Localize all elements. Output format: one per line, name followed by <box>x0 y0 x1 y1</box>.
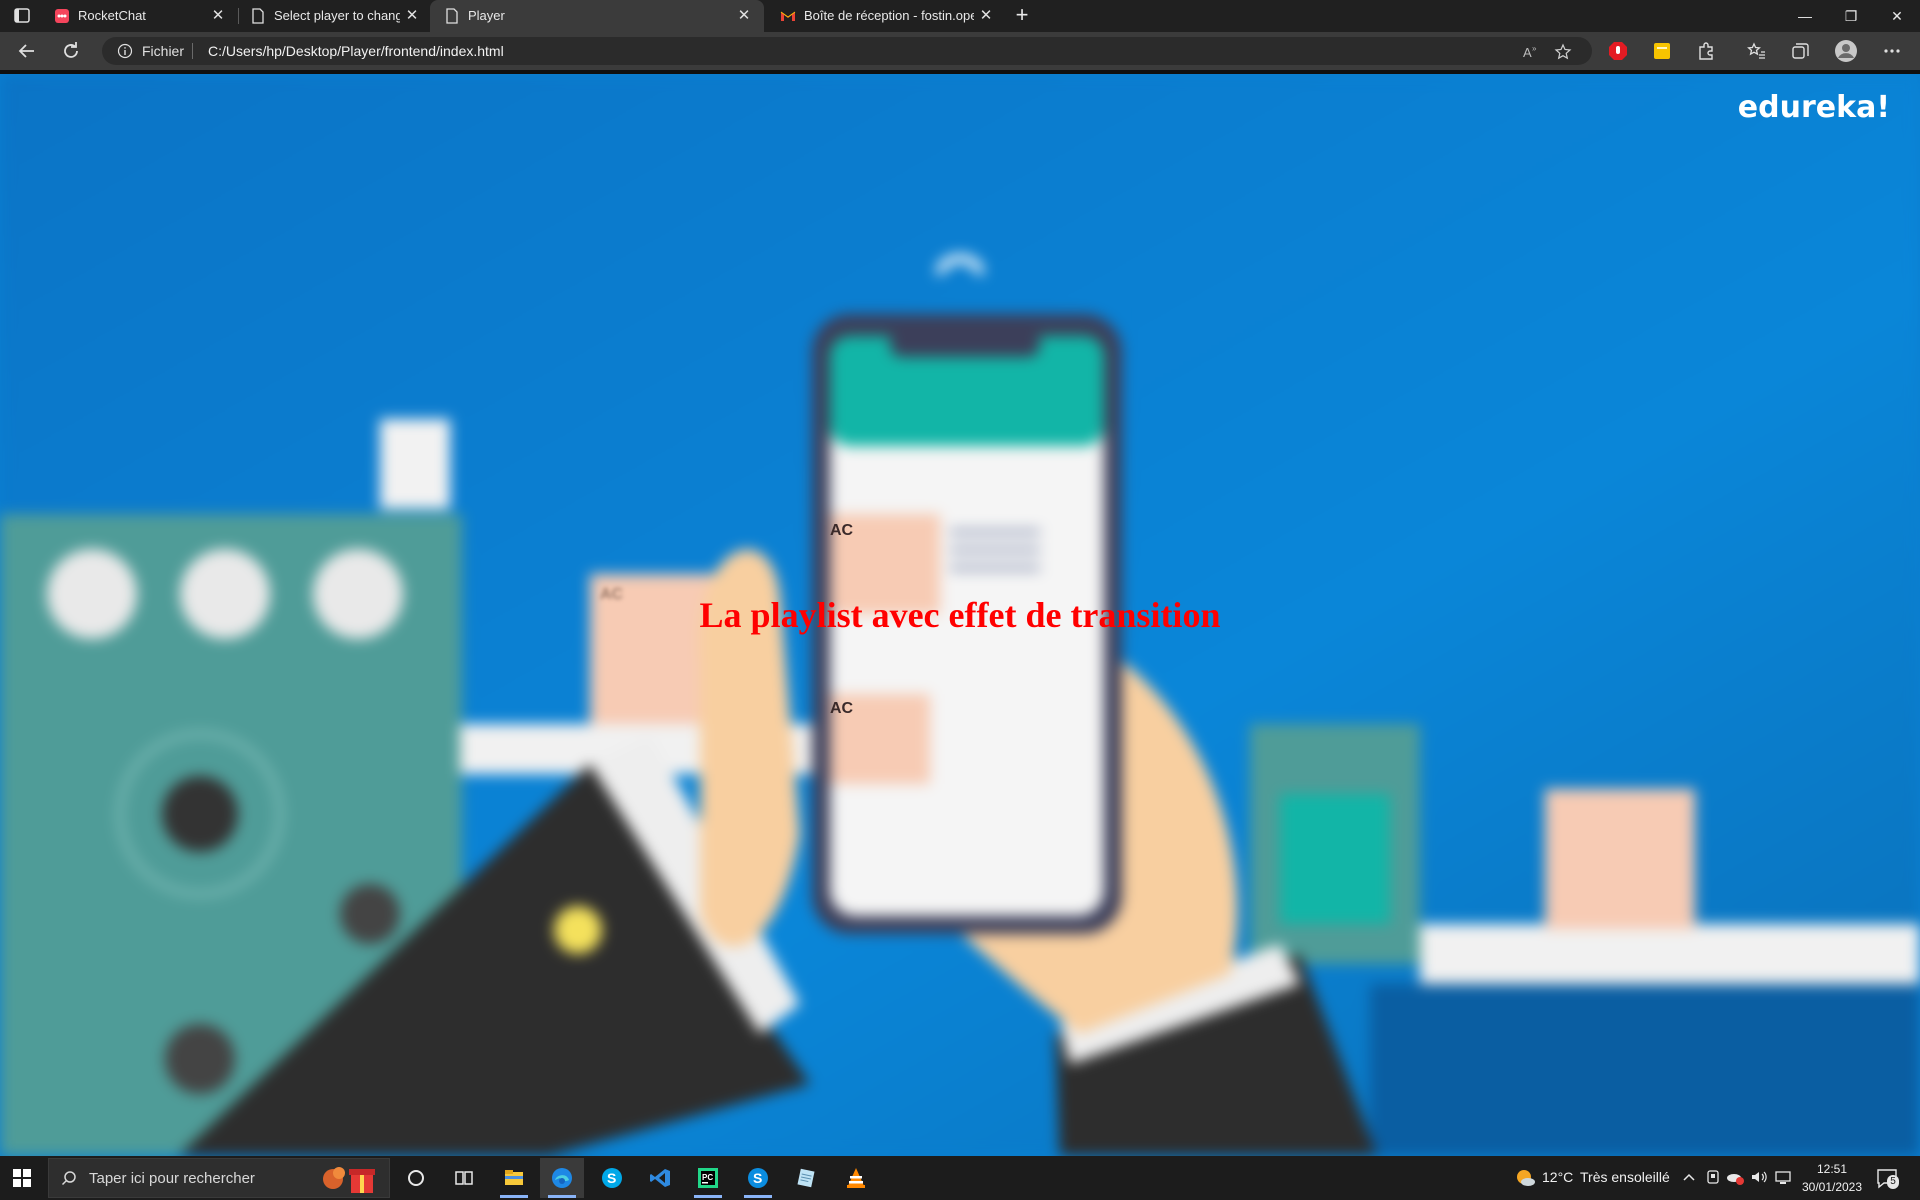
playlist-title: La playlist avec effet de transition <box>699 595 1221 635</box>
tab-title: Select player to change | Django <box>274 8 400 23</box>
close-window-button[interactable]: ✕ <box>1882 4 1912 28</box>
notification-count-badge: 5 <box>1887 1175 1899 1189</box>
svg-text:PC: PC <box>702 1173 713 1182</box>
svg-text:S: S <box>607 1170 616 1186</box>
active-indicator <box>500 1195 528 1198</box>
tab-django-admin[interactable]: Select player to change | Django ✕ <box>236 0 432 32</box>
weather-sun-icon[interactable] <box>1514 1167 1536 1189</box>
skype-icon[interactable]: S <box>590 1158 634 1198</box>
profile-avatar[interactable] <box>1834 39 1858 63</box>
file-explorer-icon[interactable] <box>492 1158 536 1198</box>
chevron-up-icon[interactable] <box>1680 1168 1698 1186</box>
close-icon[interactable]: ✕ <box>736 8 752 24</box>
minimize-button[interactable]: — <box>1790 4 1820 28</box>
box-label: AC <box>830 522 854 539</box>
more-menu-icon[interactable] <box>1882 41 1902 61</box>
edureka-logo: edureka! <box>1737 90 1890 125</box>
info-icon[interactable] <box>117 43 133 59</box>
cortana-icon[interactable] <box>394 1158 438 1198</box>
back-arrow-icon[interactable] <box>14 38 40 64</box>
svg-text:»: » <box>1532 44 1537 53</box>
edge-icon[interactable] <box>540 1158 584 1198</box>
vscode-icon[interactable] <box>638 1158 682 1198</box>
search-icon <box>61 1170 77 1186</box>
favorite-star-icon[interactable] <box>1554 43 1572 61</box>
scheme-label: Fichier <box>142 43 185 59</box>
page-icon <box>444 8 460 24</box>
vlc-icon[interactable] <box>834 1158 878 1198</box>
pycharm-icon[interactable]: PC <box>686 1158 730 1198</box>
close-icon[interactable]: ✕ <box>978 8 994 24</box>
restore-button[interactable]: ❐ <box>1836 4 1866 28</box>
skype-icon[interactable]: S <box>736 1158 780 1198</box>
notification-center-icon[interactable]: 5 <box>1876 1167 1899 1189</box>
favorites-icon[interactable] <box>1746 41 1766 61</box>
browser-toolbar: Fichier C:/Users/hp/Desktop/Player/front… <box>0 32 1920 70</box>
extensions-puzzle-icon[interactable] <box>1696 41 1716 61</box>
tab-player[interactable]: Player ✕ <box>430 0 764 32</box>
notepad-icon[interactable] <box>784 1158 828 1198</box>
search-placeholder: Taper ici pour rechercher <box>89 1170 255 1187</box>
search-highlight-gift-icon <box>319 1163 377 1195</box>
svg-text:A: A <box>1523 45 1532 60</box>
clock-time: 12:51 <box>1816 1162 1848 1176</box>
taskbar-search-box[interactable]: Taper ici pour rechercher <box>48 1158 390 1198</box>
gmail-icon <box>780 8 796 24</box>
close-icon[interactable]: ✕ <box>210 8 226 24</box>
close-icon[interactable]: ✕ <box>404 8 420 24</box>
refresh-icon[interactable] <box>58 38 84 64</box>
task-view-icon[interactable] <box>442 1158 486 1198</box>
page-icon <box>250 8 266 24</box>
svg-text:S: S <box>753 1170 762 1186</box>
adblock-extension-icon[interactable] <box>1608 41 1628 61</box>
volume-icon[interactable] <box>1750 1168 1768 1186</box>
tab-title: RocketChat <box>78 8 146 23</box>
windows-taskbar: Taper ici pour rechercher S PC S 12°C Tr… <box>0 1156 1920 1200</box>
tab-strip: RocketChat ✕ Select player to change | D… <box>0 0 1920 32</box>
read-aloud-icon[interactable]: A» <box>1522 43 1540 61</box>
meet-now-icon[interactable] <box>1704 1168 1722 1186</box>
new-tab-button[interactable]: + <box>1010 4 1034 28</box>
tab-actions-menu-icon[interactable] <box>10 6 36 26</box>
active-indicator <box>548 1195 576 1198</box>
tab-title: Boîte de réception - fostin.opens <box>804 8 974 23</box>
tab-rocketchat[interactable]: RocketChat ✕ <box>40 0 238 32</box>
windows-start-icon[interactable] <box>12 1168 32 1188</box>
weather-condition[interactable]: Très ensoleillé <box>1580 1169 1670 1185</box>
system-clock[interactable]: 12:51 30/01/2023 <box>1796 1160 1868 1196</box>
address-separator <box>192 43 193 59</box>
video-page: AC AC AC edureka! La playlist avec effet… <box>0 74 1920 1156</box>
address-bar[interactable]: Fichier C:/Users/hp/Desktop/Player/front… <box>102 37 1592 65</box>
active-indicator <box>744 1195 772 1198</box>
rocketchat-icon <box>54 8 70 24</box>
weather-temperature[interactable]: 12°C <box>1542 1169 1573 1185</box>
notes-extension-icon[interactable] <box>1652 41 1672 61</box>
tab-gmail[interactable]: Boîte de réception - fostin.opens ✕ <box>766 0 1006 32</box>
collections-icon[interactable] <box>1790 41 1810 61</box>
box-label: AC <box>830 700 854 717</box>
url-text[interactable]: C:/Users/hp/Desktop/Player/frontend/inde… <box>208 43 504 59</box>
active-indicator <box>694 1195 722 1198</box>
clock-date: 30/01/2023 <box>1801 1180 1863 1194</box>
tab-title: Player <box>468 8 505 23</box>
onedrive-error-icon[interactable] <box>1726 1168 1744 1186</box>
network-icon[interactable] <box>1774 1168 1792 1186</box>
